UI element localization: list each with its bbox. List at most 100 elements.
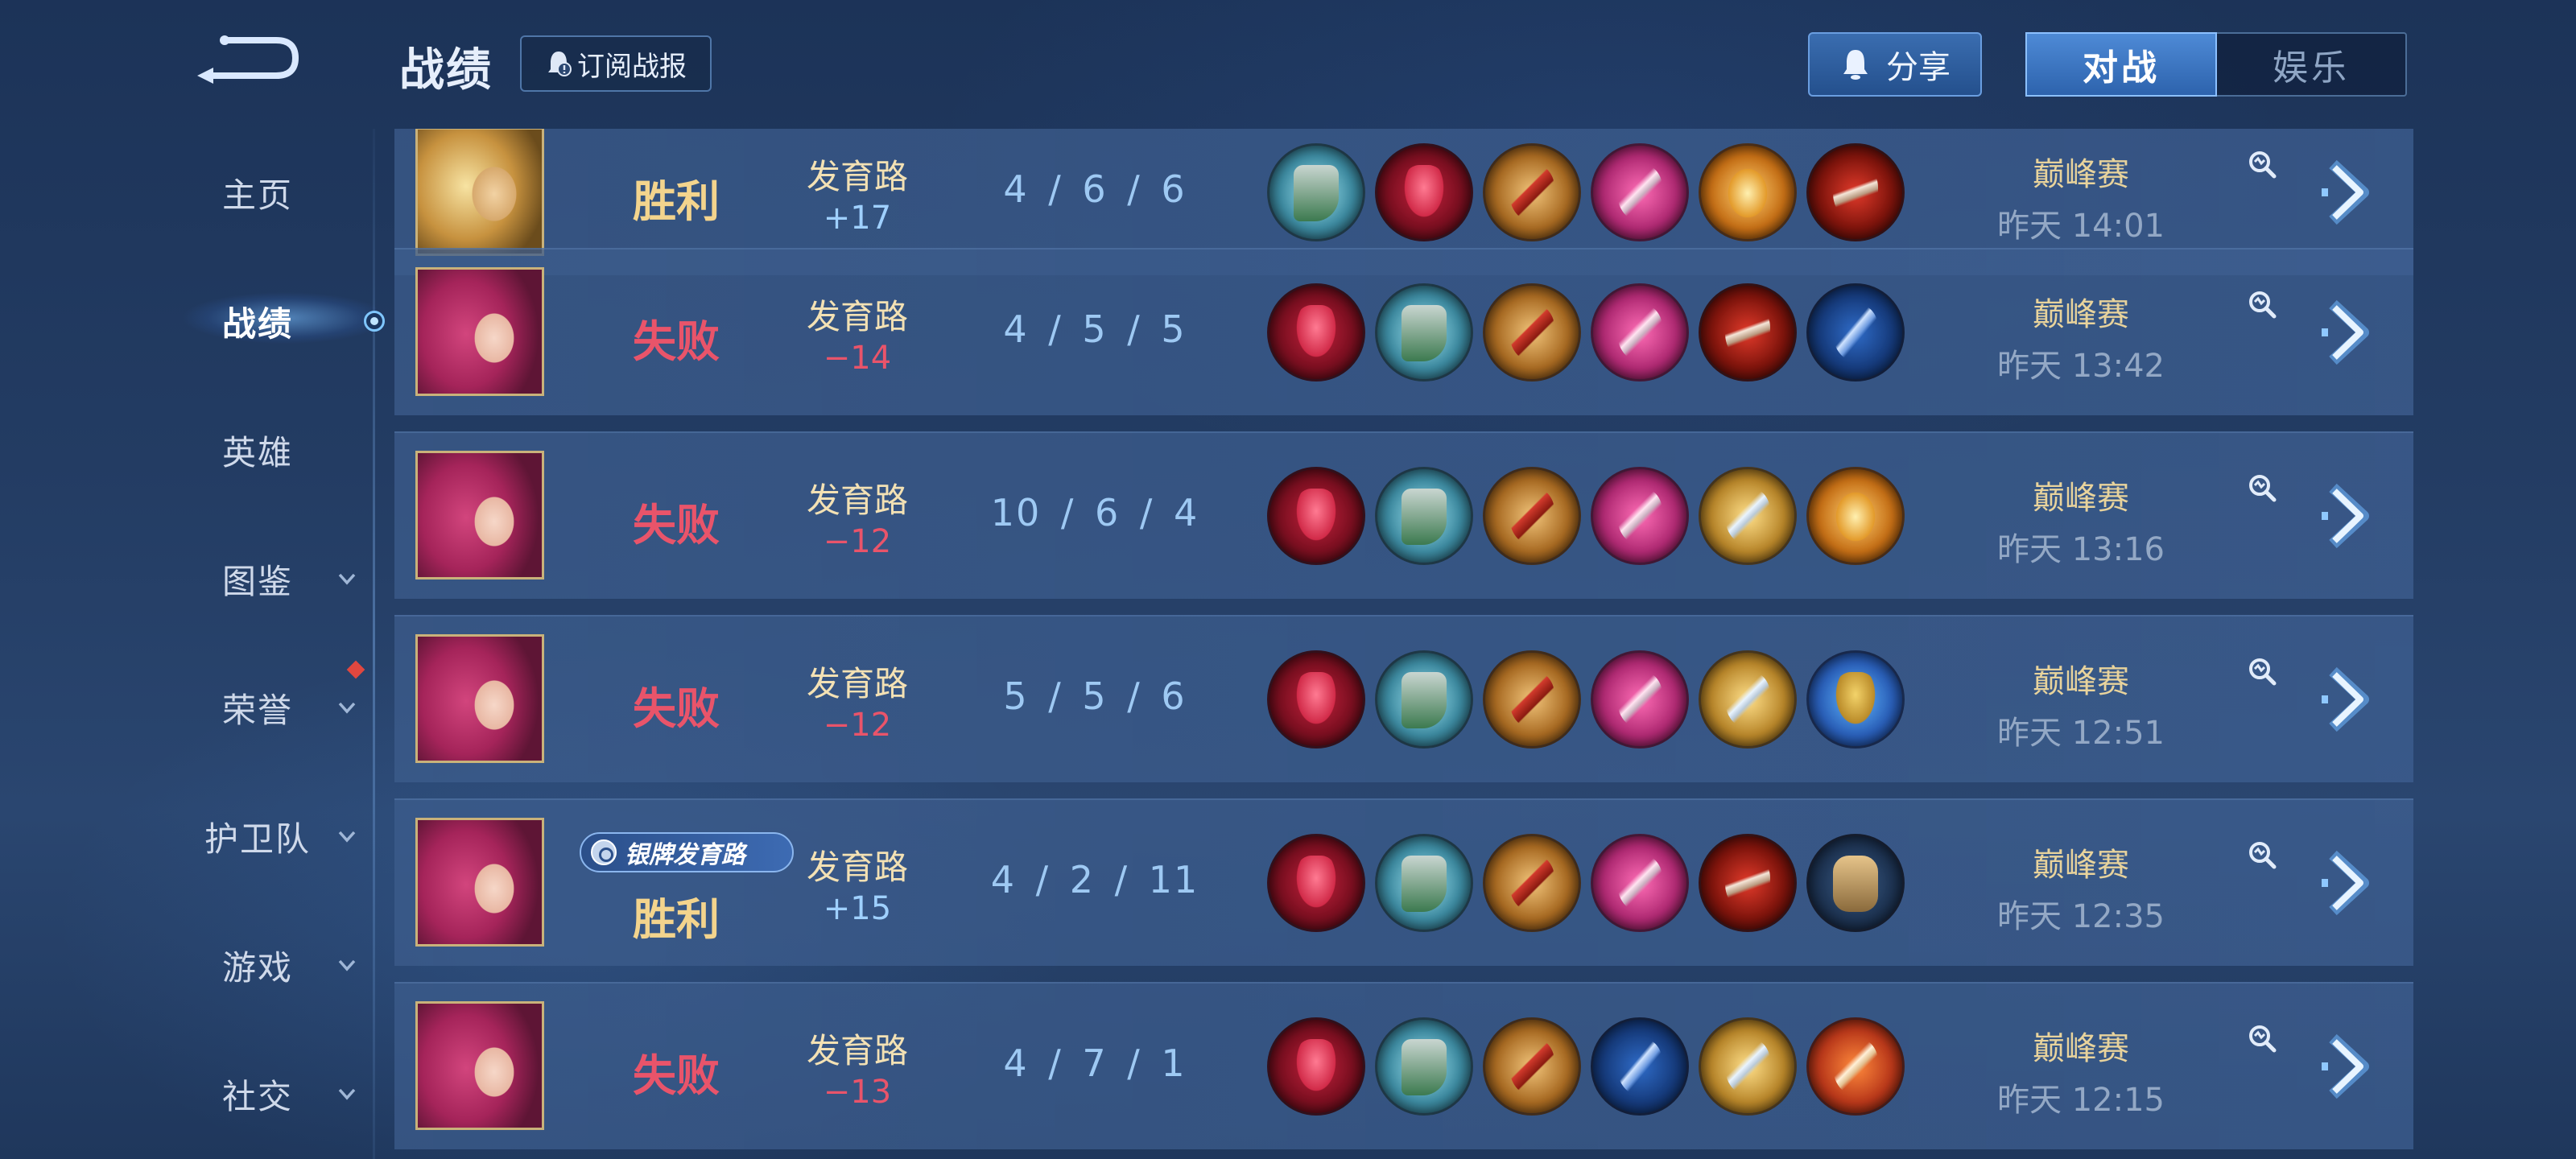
rank-score-change: −12	[823, 523, 892, 560]
mask-item-icon	[1267, 834, 1365, 932]
data-detail-icon[interactable]	[2246, 655, 2278, 687]
blade-item-icon	[1483, 143, 1581, 241]
chevron-down-icon	[338, 959, 356, 971]
amber-item-icon	[1806, 467, 1905, 565]
chevron-right-icon[interactable]	[2317, 1030, 2381, 1103]
amber-item-icon	[1699, 143, 1797, 241]
chevron-down-icon	[338, 573, 356, 585]
match-row[interactable]: 银牌发育路 胜利 发育路 +15 4 / 2 / 11 巅峰赛 昨天 12:35	[394, 798, 2413, 966]
sidebar-item-games[interactable]: 游戏	[145, 929, 370, 1001]
rank-score-change: −12	[823, 707, 892, 744]
match-time: 昨天 13:42	[1997, 348, 2165, 385]
blade-item-icon	[1483, 283, 1581, 382]
tab-battle[interactable]: 对战	[2025, 32, 2217, 97]
rank-badge: 银牌发育路	[580, 832, 794, 872]
sidebar-item-guard-team[interactable]: 护卫队	[145, 800, 370, 872]
blade-item-icon	[1483, 467, 1581, 565]
mode-tabs: 对战 娱乐	[2025, 32, 2407, 97]
match-time: 昨天 12:15	[1997, 1082, 2165, 1119]
blade-item-icon	[1483, 834, 1581, 932]
chevron-down-icon	[338, 831, 356, 843]
chevron-right-icon[interactable]	[2317, 296, 2381, 369]
lane-label: 发育路	[806, 664, 908, 703]
kda: 4 / 2 / 11	[990, 858, 1199, 901]
kda: 4 / 5 / 5	[1003, 307, 1187, 351]
mask-item-icon	[1267, 283, 1365, 382]
bluebow-item-icon	[1806, 283, 1905, 382]
mask-item-icon	[1267, 650, 1365, 749]
pink-item-icon	[1591, 283, 1689, 382]
orange-item-icon	[1806, 1017, 1905, 1116]
page-title: 战绩	[399, 44, 493, 97]
pink-item-icon	[1591, 143, 1689, 241]
sidebar-item-codex[interactable]: 图鉴	[145, 542, 370, 615]
game-mode: 巅峰赛	[2033, 296, 2129, 333]
subscribe-label: 订阅战报	[577, 50, 687, 83]
share-label: 分享	[1886, 49, 1951, 86]
boots-item-icon	[1375, 283, 1473, 382]
game-mode: 巅峰赛	[2033, 156, 2129, 193]
sidebar-item-records[interactable]: 战绩	[145, 285, 370, 357]
chevron-down-icon	[338, 1088, 356, 1100]
rank-score-change: −14	[823, 340, 892, 377]
game-mode: 巅峰赛	[2033, 1030, 2129, 1067]
sidebar-item-social[interactable]: 社交	[145, 1058, 370, 1130]
lane-label: 发育路	[806, 848, 908, 887]
hero-avatar	[415, 451, 544, 580]
pink-item-icon	[1591, 834, 1689, 932]
match-row[interactable]: 失败 发育路 −12 10 / 6 / 4 巅峰赛 昨天 13:16	[394, 431, 2413, 599]
pink-item-icon	[1591, 467, 1689, 565]
chevron-right-icon[interactable]	[2317, 156, 2381, 229]
badge-label: 银牌发育路	[625, 841, 745, 869]
hero-avatar	[415, 634, 544, 763]
game-mode: 巅峰赛	[2033, 847, 2129, 884]
boots-item-icon	[1267, 143, 1365, 241]
sidebar-item-honor[interactable]: 荣誉	[145, 671, 370, 744]
hero-avatar	[415, 1001, 544, 1130]
chevron-down-icon	[338, 702, 356, 714]
match-result: 失败	[633, 683, 720, 734]
sidebar-item-label: 战绩	[221, 303, 293, 344]
hero-avatar	[415, 129, 544, 256]
bell-icon	[548, 52, 572, 76]
match-result: 失败	[633, 1050, 720, 1101]
chevron-right-icon[interactable]	[2317, 480, 2381, 552]
sidebar-item-home[interactable]: 主页	[145, 156, 370, 229]
gauntlet-item-icon	[1806, 834, 1905, 932]
data-detail-icon[interactable]	[2246, 148, 2278, 180]
tab-entertainment[interactable]: 娱乐	[2217, 34, 2405, 95]
match-list[interactable]: 胜利 发育路 +17 4 / 6 / 6 巅峰赛 昨天 14:01 失败 发育路 −14 4 / …	[394, 129, 2413, 1159]
data-detail-icon[interactable]	[2246, 839, 2278, 871]
scythe-item-icon	[1806, 143, 1905, 241]
boots-item-icon	[1375, 650, 1473, 749]
chevron-right-icon[interactable]	[2317, 663, 2381, 736]
subscribe-report-button[interactable]: 订阅战报	[520, 35, 712, 92]
match-time: 昨天 12:35	[1997, 898, 2165, 935]
kda: 4 / 6 / 6	[1003, 167, 1187, 211]
match-result: 失败	[633, 316, 720, 367]
blade-item-icon	[1483, 650, 1581, 749]
sidebar-item-label: 荣誉	[221, 690, 293, 730]
sidebar-item-label: 英雄	[221, 432, 293, 472]
sidebar-item-heroes[interactable]: 英雄	[145, 414, 370, 486]
boots-item-icon	[1375, 834, 1473, 932]
match-result: 胜利	[633, 894, 720, 945]
match-time: 昨天 13:16	[1997, 531, 2165, 568]
match-row[interactable]: 失败 发育路 −14 4 / 5 / 5 巅峰赛 昨天 13:42	[394, 248, 2413, 415]
mask-item-icon	[1267, 1017, 1365, 1116]
chevron-right-icon[interactable]	[2317, 847, 2381, 919]
hero-avatar	[415, 818, 544, 947]
sidebar: 主页 战绩 英雄 图鉴 荣誉 护卫队 游戏 社交	[0, 0, 385, 1159]
match-row[interactable]: 失败 发育路 −13 4 / 7 / 1 巅峰赛 昨天 12:15	[394, 982, 2413, 1149]
share-button[interactable]: 分享	[1808, 32, 1982, 97]
game-mode: 巅峰赛	[2033, 480, 2129, 517]
data-detail-icon[interactable]	[2246, 1022, 2278, 1054]
badge-icon	[591, 839, 617, 865]
match-time: 昨天 12:51	[1997, 715, 2165, 752]
back-arrow-icon[interactable]	[189, 29, 302, 93]
match-time: 昨天 14:01	[1997, 208, 2165, 245]
data-detail-icon[interactable]	[2246, 288, 2278, 320]
game-mode: 巅峰赛	[2033, 663, 2129, 700]
match-row[interactable]: 失败 发育路 −12 5 / 5 / 6 巅峰赛 昨天 12:51	[394, 615, 2413, 782]
data-detail-icon[interactable]	[2246, 472, 2278, 504]
